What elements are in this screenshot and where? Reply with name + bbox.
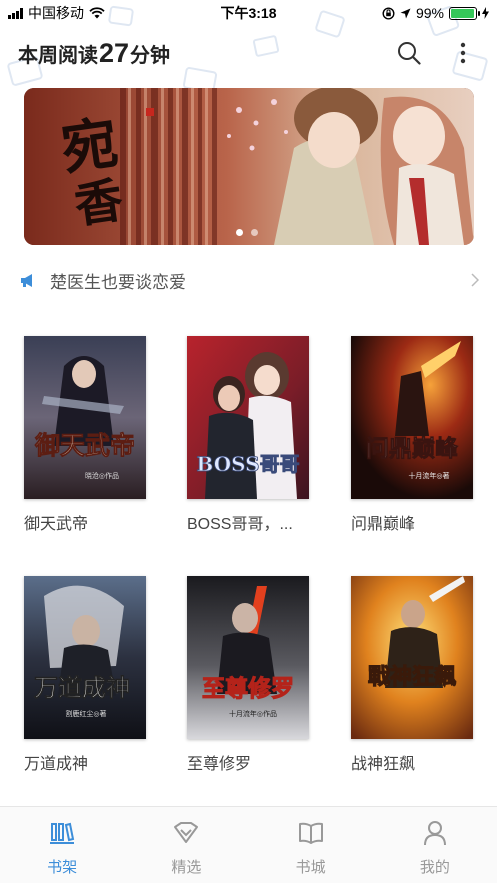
book-item[interactable]: 戰神狂飆 战神狂飙: [351, 576, 475, 774]
title-suffix: 分钟: [130, 44, 171, 67]
cover-title: 御天武帝: [34, 431, 135, 460]
tab-bar: 书架 精选 书城 我的: [0, 806, 497, 883]
book-item[interactable]: 御天武帝 晓沧◎作品 御天武帝: [24, 336, 148, 534]
banner-illustration: 宛 香: [24, 88, 474, 245]
tab-label: 精选: [171, 859, 202, 876]
book-cover-art: 万道成神 割鹿红尘◎著: [24, 576, 146, 739]
reading-minutes: 27: [99, 37, 130, 68]
cover-title: BOSS哥哥: [196, 452, 299, 476]
header: 本周阅读 27 分钟: [0, 30, 497, 76]
cover-title: 戰神狂飆: [368, 664, 456, 690]
book-title: BOSS哥哥，...: [187, 516, 293, 533]
tab-bookstore[interactable]: 书城: [249, 807, 373, 883]
book-item[interactable]: BOSS哥哥 BOSS哥哥，...: [187, 336, 311, 534]
book-cover-art: 御天武帝 晓沧◎作品: [24, 336, 146, 499]
tab-profile[interactable]: 我的: [373, 807, 497, 883]
promo-banner[interactable]: 宛 香: [24, 88, 474, 245]
profile-icon: [420, 818, 450, 848]
book-cover[interactable]: 至尊修罗 十月流年◎作品: [187, 576, 309, 739]
wifi-icon: [89, 7, 105, 19]
book-cover[interactable]: 戰神狂飆: [351, 576, 473, 739]
status-bar: 中国移动 下午3:18 99%: [0, 0, 497, 26]
charging-icon: [482, 7, 489, 19]
cover-author: 晓沧◎作品: [85, 471, 119, 480]
tab-label: 书架: [47, 859, 78, 876]
cover-author: 割鹿红尘◎著: [65, 709, 106, 718]
book-item[interactable]: 至尊修罗 十月流年◎作品 至尊修罗: [187, 576, 311, 774]
book-title: 御天武帝: [24, 516, 89, 533]
banner-dot-1[interactable]: [236, 229, 243, 236]
search-button[interactable]: [395, 39, 423, 67]
book-cover-art: 至尊修罗 十月流年◎作品: [187, 576, 309, 739]
book-cover-art: BOSS哥哥: [187, 336, 309, 499]
book-item[interactable]: 万道成神 割鹿红尘◎著 万道成神: [24, 576, 148, 774]
banner-pagination: [236, 229, 258, 236]
orientation-lock-icon: [382, 6, 395, 20]
book-item[interactable]: 问鼎巅峰 十月流年◎著 问鼎巅峰: [351, 336, 475, 534]
bookshelf-icon: [47, 818, 77, 848]
cover-author: 十月流年◎著: [408, 471, 449, 480]
more-button[interactable]: [449, 39, 477, 67]
title-prefix: 本周阅读: [18, 44, 98, 67]
book-cover[interactable]: 万道成神 割鹿红尘◎著: [24, 576, 146, 739]
battery-icon: [449, 6, 480, 20]
chevron-right-icon: [471, 273, 479, 287]
cover-author: 十月流年◎作品: [229, 709, 277, 718]
status-right: 99%: [382, 5, 489, 21]
header-actions: [395, 39, 477, 67]
battery-percent: 99%: [415, 5, 444, 21]
book-title: 万道成神: [24, 756, 89, 773]
megaphone-icon: [21, 273, 32, 287]
book-cover[interactable]: 问鼎巅峰 十月流年◎著: [351, 336, 473, 499]
location-icon: [400, 8, 411, 18]
notice-text: 楚医生也要谈恋爱: [50, 272, 186, 292]
tab-label: 书城: [295, 859, 326, 876]
book-title: 战神狂飙: [351, 756, 416, 773]
cover-title: 问鼎巅峰: [366, 435, 459, 462]
book-cover-art: 问鼎巅峰 十月流年◎著: [351, 336, 473, 499]
banner-calligraphy-2: 香: [71, 172, 126, 234]
status-left: 中国移动: [8, 3, 105, 23]
tab-label: 我的: [419, 859, 450, 876]
book-title: 至尊修罗: [187, 756, 252, 773]
notice-bar[interactable]: 楚医生也要谈恋爱: [0, 262, 497, 298]
weekly-reading-title: 本周阅读 27 分钟: [18, 38, 170, 69]
more-icon: [460, 42, 466, 64]
book-cover[interactable]: BOSS哥哥: [187, 336, 309, 499]
carrier-name: 中国移动: [28, 5, 84, 21]
banner-calligraphy: 宛: [57, 110, 122, 183]
cover-title: 至尊修罗: [202, 675, 294, 702]
featured-icon: [171, 818, 201, 848]
banner-dot-2[interactable]: [251, 229, 258, 236]
signal-icon: [8, 7, 23, 19]
bookstore-icon: [296, 818, 326, 848]
search-icon: [398, 42, 421, 65]
tab-bookshelf[interactable]: 书架: [0, 807, 124, 883]
cover-title: 万道成神: [34, 673, 130, 702]
book-cover[interactable]: 御天武帝 晓沧◎作品: [24, 336, 146, 499]
book-title: 问鼎巅峰: [351, 516, 416, 533]
tab-featured[interactable]: 精选: [124, 807, 248, 883]
book-cover-art: 戰神狂飆: [351, 576, 473, 739]
